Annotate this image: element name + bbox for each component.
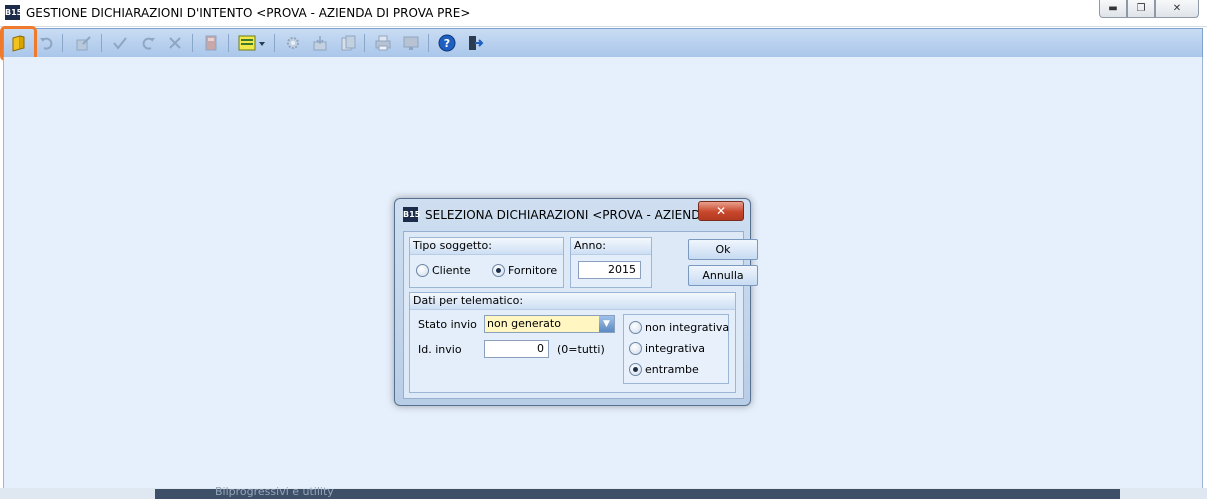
window-title: GESTIONE DICHIARAZIONI D'INTENTO <PROVA … — [26, 6, 471, 20]
toolbar-separator — [62, 34, 63, 52]
list-dropdown-button[interactable] — [236, 33, 268, 53]
dialog-logo: B15 — [403, 207, 420, 222]
confirm-button[interactable] — [110, 33, 130, 53]
id-invio-hint: (0=tutti) — [557, 343, 605, 356]
toolbar-highlight — [0, 26, 37, 61]
radio-indicator — [629, 342, 642, 355]
settings-button[interactable] — [283, 33, 303, 53]
toolbar-separator — [228, 34, 229, 52]
undo-icon — [40, 37, 53, 50]
background-window-strip: Bilprogressivi e utility — [0, 485, 1207, 499]
minimize-button[interactable]: ▬ — [1099, 0, 1127, 18]
monitor-icon — [403, 36, 419, 50]
print-button[interactable] — [373, 33, 393, 53]
svg-text:?: ? — [444, 37, 450, 50]
tipo-soggetto-group: Tipo soggetto: Cliente Fornitore — [409, 237, 564, 288]
window-titlebar: B15 GESTIONE DICHIARAZIONI D'INTENTO <PR… — [0, 0, 1207, 27]
settings-icon — [287, 37, 299, 49]
redo-button[interactable] — [138, 33, 158, 53]
ok-button[interactable]: Ok — [688, 239, 758, 260]
close-icon: ✕ — [1172, 3, 1182, 14]
help-button[interactable]: ? — [437, 33, 457, 53]
dialog-title: SELEZIONA DICHIARAZIONI <PROVA - AZIENDA… — [425, 208, 724, 222]
list-dropdown-icon — [238, 35, 265, 51]
toolbar-separator — [192, 34, 193, 52]
radio-entrambe-label: entrambe — [645, 363, 699, 376]
anno-group: Anno: 2015 — [570, 237, 652, 288]
restore-icon: ❐ — [1136, 3, 1146, 14]
radio-cliente[interactable]: Cliente — [416, 264, 471, 277]
import-button[interactable] — [310, 33, 330, 53]
id-invio-label: Id. invio — [418, 343, 462, 356]
radio-integrativa[interactable]: integrativa — [629, 342, 705, 355]
stato-invio-select[interactable]: non generato ▼ — [484, 315, 615, 333]
radio-integrativa-label: integrativa — [645, 342, 705, 355]
monitor-button[interactable] — [401, 33, 421, 53]
exit-icon — [469, 36, 484, 50]
book-icon — [205, 35, 217, 51]
anno-label: Anno: — [571, 238, 651, 255]
stato-invio-label: Stato invio — [418, 318, 477, 331]
window-controls: ▬ ❐ ✕ — [1099, 0, 1199, 18]
radio-fornitore[interactable]: Fornitore — [492, 264, 557, 277]
background-tree-row: Bilprogressivi e utility — [155, 485, 1120, 499]
integrativa-group: non integrativa integrativa entrambe — [623, 314, 729, 384]
anno-input[interactable]: 2015 — [578, 261, 641, 279]
radio-non-integrativa[interactable]: non integrativa — [629, 321, 729, 334]
edit-icon — [76, 36, 91, 51]
radio-non-integrativa-label: non integrativa — [645, 321, 730, 334]
undo-button[interactable] — [37, 33, 57, 53]
toolbar-separator — [274, 34, 275, 52]
radio-indicator — [416, 264, 429, 277]
radio-fornitore-label: Fornitore — [508, 264, 558, 277]
selection-dialog: B15 SELEZIONA DICHIARAZIONI <PROVA - AZI… — [394, 198, 758, 406]
exit-button[interactable] — [465, 33, 485, 53]
restore-button[interactable]: ❐ — [1127, 0, 1155, 18]
toolbar-separator — [428, 34, 429, 52]
import-icon — [313, 36, 327, 51]
id-invio-input[interactable]: 0 — [484, 340, 549, 358]
confirm-icon — [113, 37, 127, 50]
radio-indicator — [629, 363, 642, 376]
book-button[interactable] — [201, 33, 221, 53]
tipo-soggetto-label: Tipo soggetto: — [410, 238, 563, 255]
app-logo: B15 — [5, 5, 22, 20]
minimize-icon: ▬ — [1108, 3, 1118, 14]
redo-icon — [142, 37, 155, 50]
chevron-down-icon[interactable]: ▼ — [599, 316, 614, 332]
dati-telematico-label: Dati per telematico: — [410, 293, 735, 310]
export-button[interactable] — [338, 33, 358, 53]
dialog-close-button[interactable]: ✕ — [698, 201, 744, 221]
export-icon — [341, 35, 356, 51]
toolbar-separator — [364, 34, 365, 52]
main-toolbar: ? — [3, 28, 1203, 58]
radio-indicator — [492, 264, 505, 277]
stato-invio-value: non generato — [487, 317, 561, 330]
dati-telematico-group: Dati per telematico: Stato invio non gen… — [409, 292, 736, 393]
background-tree-label: Bilprogressivi e utility — [215, 485, 334, 498]
radio-indicator — [629, 321, 642, 334]
toolbar-separator — [101, 34, 102, 52]
annulla-button[interactable]: Annulla — [688, 265, 758, 286]
dialog-body: Tipo soggetto: Cliente Fornitore Anno: 2… — [403, 231, 758, 399]
close-window-button[interactable]: ✕ — [1155, 0, 1199, 18]
radio-cliente-label: Cliente — [432, 264, 471, 277]
delete-icon — [169, 37, 181, 49]
help-icon: ? — [438, 34, 456, 52]
close-icon: ✕ — [715, 204, 727, 218]
print-icon — [375, 35, 391, 51]
radio-entrambe[interactable]: entrambe — [629, 363, 699, 376]
delete-button[interactable] — [165, 33, 185, 53]
edit-button[interactable] — [74, 33, 94, 53]
